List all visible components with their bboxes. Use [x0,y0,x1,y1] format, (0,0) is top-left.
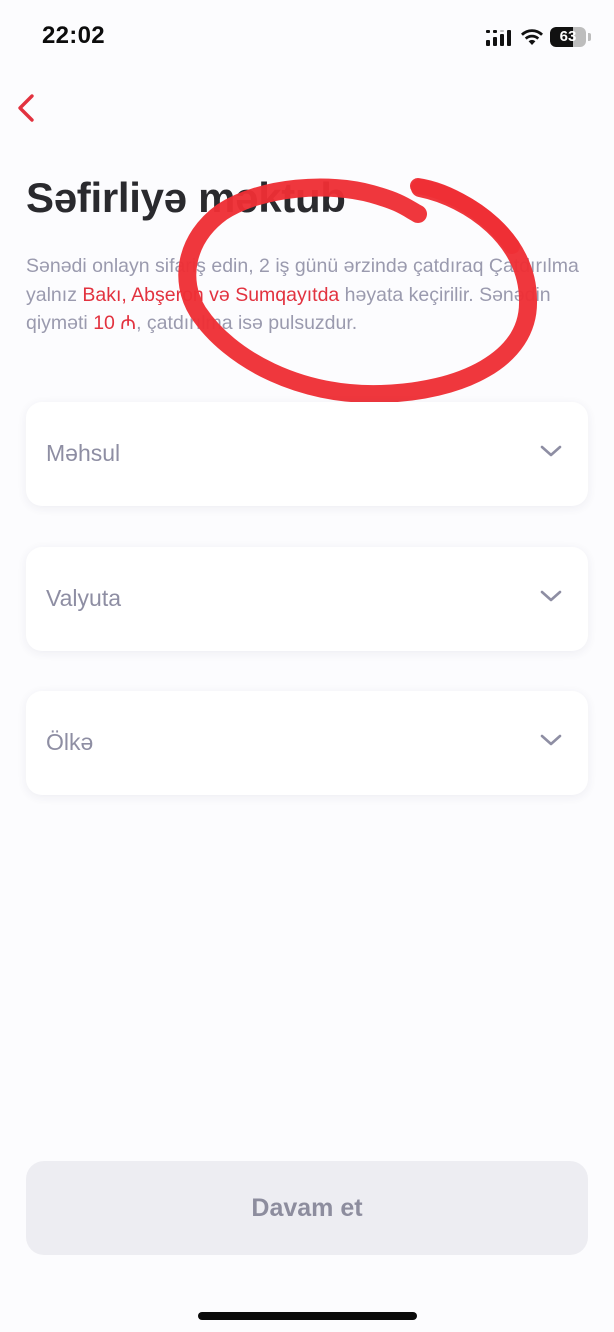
delivery-regions: Bakı, Abşeron və Sumqayıtda [82,283,340,306]
status-time: 22:02 [42,22,105,49]
battery-cap [588,33,591,41]
wifi-icon [521,29,543,45]
chevron-left-icon [18,94,34,122]
product-select-label: Məhsul [46,440,121,466]
currency-select-label: Valyuta [46,585,122,611]
continue-button[interactable]: Davam et [26,1161,588,1255]
country-select-label: Ölkə [46,729,94,755]
page-title: Səfirliyə məktub [26,174,346,221]
currency-select[interactable]: Valyuta [26,547,588,651]
screen: 22:02 63 Səfirliyə məktub Sənədi onlayn [0,0,614,1332]
page-description: Sənədi onlayn sifariş edin, 2 iş günü ər… [26,252,596,338]
product-select[interactable]: Məhsul [26,402,588,506]
chevron-down-icon [540,445,562,457]
home-indicator [198,1312,417,1320]
country-select[interactable]: Ölkə [26,691,588,795]
back-button[interactable] [10,88,50,128]
chevron-down-icon [540,590,562,602]
status-bar: 22:02 63 [0,0,614,72]
battery-icon: 63 [550,27,586,47]
document-price: 10 ₼ [93,312,137,334]
description-text-3: , çatdırılma isə pulsuzdur. [136,312,358,334]
chevron-down-icon [540,734,562,746]
cellular-signal-icon [486,30,511,46]
battery-percent: 63 [559,28,577,45]
